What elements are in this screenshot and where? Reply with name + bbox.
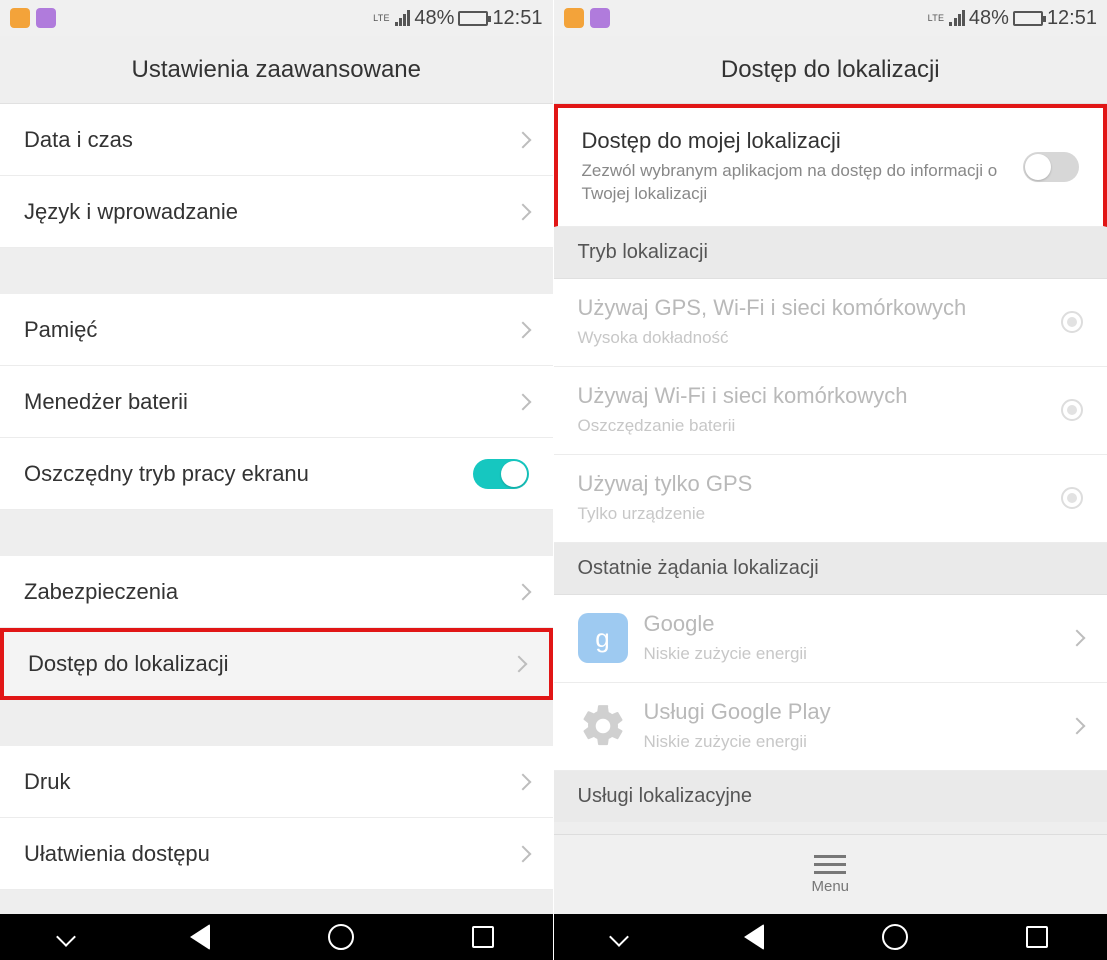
clock: 12:51 xyxy=(1047,7,1097,30)
chevron-right-icon xyxy=(510,656,527,673)
row-title: Używaj GPS, Wi-Fi i sieci komórkowych xyxy=(578,295,1046,321)
row-label: Dostęp do lokalizacji xyxy=(28,651,229,677)
chevron-right-icon xyxy=(514,773,531,790)
chevron-right-icon xyxy=(1069,718,1086,735)
notif-icon-1 xyxy=(564,8,584,28)
chevron-right-icon xyxy=(514,203,531,220)
battery-icon xyxy=(458,11,488,26)
row-label: Ułatwienia dostępu xyxy=(24,841,210,867)
gear-icon xyxy=(578,701,628,751)
row-print[interactable]: Druk xyxy=(0,746,553,818)
nav-home-icon[interactable] xyxy=(328,924,354,950)
notif-icon-1 xyxy=(10,8,30,28)
page-title: Dostęp do lokalizacji xyxy=(554,36,1107,104)
row-storage[interactable]: Pamięć xyxy=(0,294,553,366)
row-subtitle: Tylko urządzenie xyxy=(578,503,1046,526)
section-recent-requests: Ostatnie żądania lokalizacji xyxy=(554,543,1107,595)
row-subtitle: Niskie zużycie energii xyxy=(644,731,1056,754)
nav-recents-icon[interactable] xyxy=(472,926,494,948)
notif-icon-2 xyxy=(36,8,56,28)
chevron-right-icon xyxy=(1069,630,1086,647)
nav-recents-icon[interactable] xyxy=(1026,926,1048,948)
row-security[interactable]: Zabezpieczenia xyxy=(0,556,553,628)
google-app-icon: g xyxy=(578,613,628,663)
row-title: Usługi Google Play xyxy=(644,699,1056,725)
row-title: Dostęp do mojej lokalizacji xyxy=(582,128,1008,154)
overflow-menu-button[interactable]: Menu xyxy=(554,834,1107,914)
row-label: Język i wprowadzanie xyxy=(24,199,238,225)
nav-back-icon[interactable] xyxy=(190,924,210,950)
status-bar: LTE 48% 12:51 xyxy=(554,0,1107,36)
row-subtitle: Niskie zużycie energii xyxy=(644,643,1056,666)
row-title: Google xyxy=(644,611,1056,637)
notif-icon-2 xyxy=(590,8,610,28)
chevron-right-icon xyxy=(514,131,531,148)
row-label: Menedżer baterii xyxy=(24,389,188,415)
network-lte-icon: LTE xyxy=(373,13,390,23)
menu-label: Menu xyxy=(811,878,849,895)
row-location-access[interactable]: Dostęp do lokalizacji xyxy=(0,628,553,700)
chevron-right-icon xyxy=(514,321,531,338)
nav-dropdown-icon[interactable] xyxy=(56,927,76,947)
nav-bar xyxy=(554,914,1107,960)
row-label: Zabezpieczenia xyxy=(24,579,178,605)
recent-app-play-services[interactable]: Usługi Google Play Niskie zużycie energi… xyxy=(554,683,1107,771)
row-subtitle: Zezwól wybranym aplikacjom na dostęp do … xyxy=(582,160,1008,206)
row-subtitle: Wysoka dokładność xyxy=(578,327,1046,350)
screen-advanced-settings: LTE 48% 12:51 Ustawienia zaawansowane Da… xyxy=(0,0,554,960)
nav-dropdown-icon[interactable] xyxy=(610,927,630,947)
page-title: Ustawienia zaawansowane xyxy=(0,36,553,104)
hamburger-icon xyxy=(814,855,846,874)
battery-icon xyxy=(1013,11,1043,26)
mode-battery-saving[interactable]: Używaj Wi-Fi i sieci komórkowych Oszczęd… xyxy=(554,367,1107,455)
chevron-right-icon xyxy=(514,393,531,410)
nav-bar xyxy=(0,914,553,960)
row-label: Data i czas xyxy=(24,127,133,153)
row-language-input[interactable]: Język i wprowadzanie xyxy=(0,176,553,248)
signal-bars-icon xyxy=(395,10,411,26)
radio-icon[interactable] xyxy=(1061,311,1083,333)
toggle-screen-eco[interactable] xyxy=(473,459,529,489)
row-title: Używaj Wi-Fi i sieci komórkowych xyxy=(578,383,1046,409)
clock: 12:51 xyxy=(492,7,542,30)
battery-percent: 48% xyxy=(414,7,454,30)
row-label: Oszczędny tryb pracy ekranu xyxy=(24,461,309,487)
nav-back-icon[interactable] xyxy=(744,924,764,950)
row-label: Druk xyxy=(24,769,70,795)
row-battery-manager[interactable]: Menedżer baterii xyxy=(0,366,553,438)
recent-app-google[interactable]: g Google Niskie zużycie energii xyxy=(554,595,1107,683)
chevron-right-icon xyxy=(514,583,531,600)
row-accessibility[interactable]: Ułatwienia dostępu xyxy=(0,818,553,890)
nav-home-icon[interactable] xyxy=(882,924,908,950)
status-bar: LTE 48% 12:51 xyxy=(0,0,553,36)
row-label: Pamięć xyxy=(24,317,97,343)
mode-high-accuracy[interactable]: Używaj GPS, Wi-Fi i sieci komórkowych Wy… xyxy=(554,279,1107,367)
row-date-time[interactable]: Data i czas xyxy=(0,104,553,176)
mode-gps-only[interactable]: Używaj tylko GPS Tylko urządzenie xyxy=(554,455,1107,543)
signal-bars-icon xyxy=(949,10,965,26)
section-location-services: Usługi lokalizacyjne xyxy=(554,771,1107,822)
row-screen-eco[interactable]: Oszczędny tryb pracy ekranu xyxy=(0,438,553,510)
chevron-right-icon xyxy=(514,845,531,862)
network-lte-icon: LTE xyxy=(928,13,945,23)
radio-icon[interactable] xyxy=(1061,399,1083,421)
toggle-my-location[interactable] xyxy=(1023,152,1079,182)
row-subtitle: Oszczędzanie baterii xyxy=(578,415,1046,438)
section-location-mode: Tryb lokalizacji xyxy=(554,227,1107,279)
row-my-location-access[interactable]: Dostęp do mojej lokalizacji Zezwól wybra… xyxy=(554,104,1107,227)
battery-percent: 48% xyxy=(969,7,1009,30)
row-title: Używaj tylko GPS xyxy=(578,471,1046,497)
radio-icon[interactable] xyxy=(1061,487,1083,509)
screen-location-access: LTE 48% 12:51 Dostęp do lokalizacji Dost… xyxy=(554,0,1107,960)
